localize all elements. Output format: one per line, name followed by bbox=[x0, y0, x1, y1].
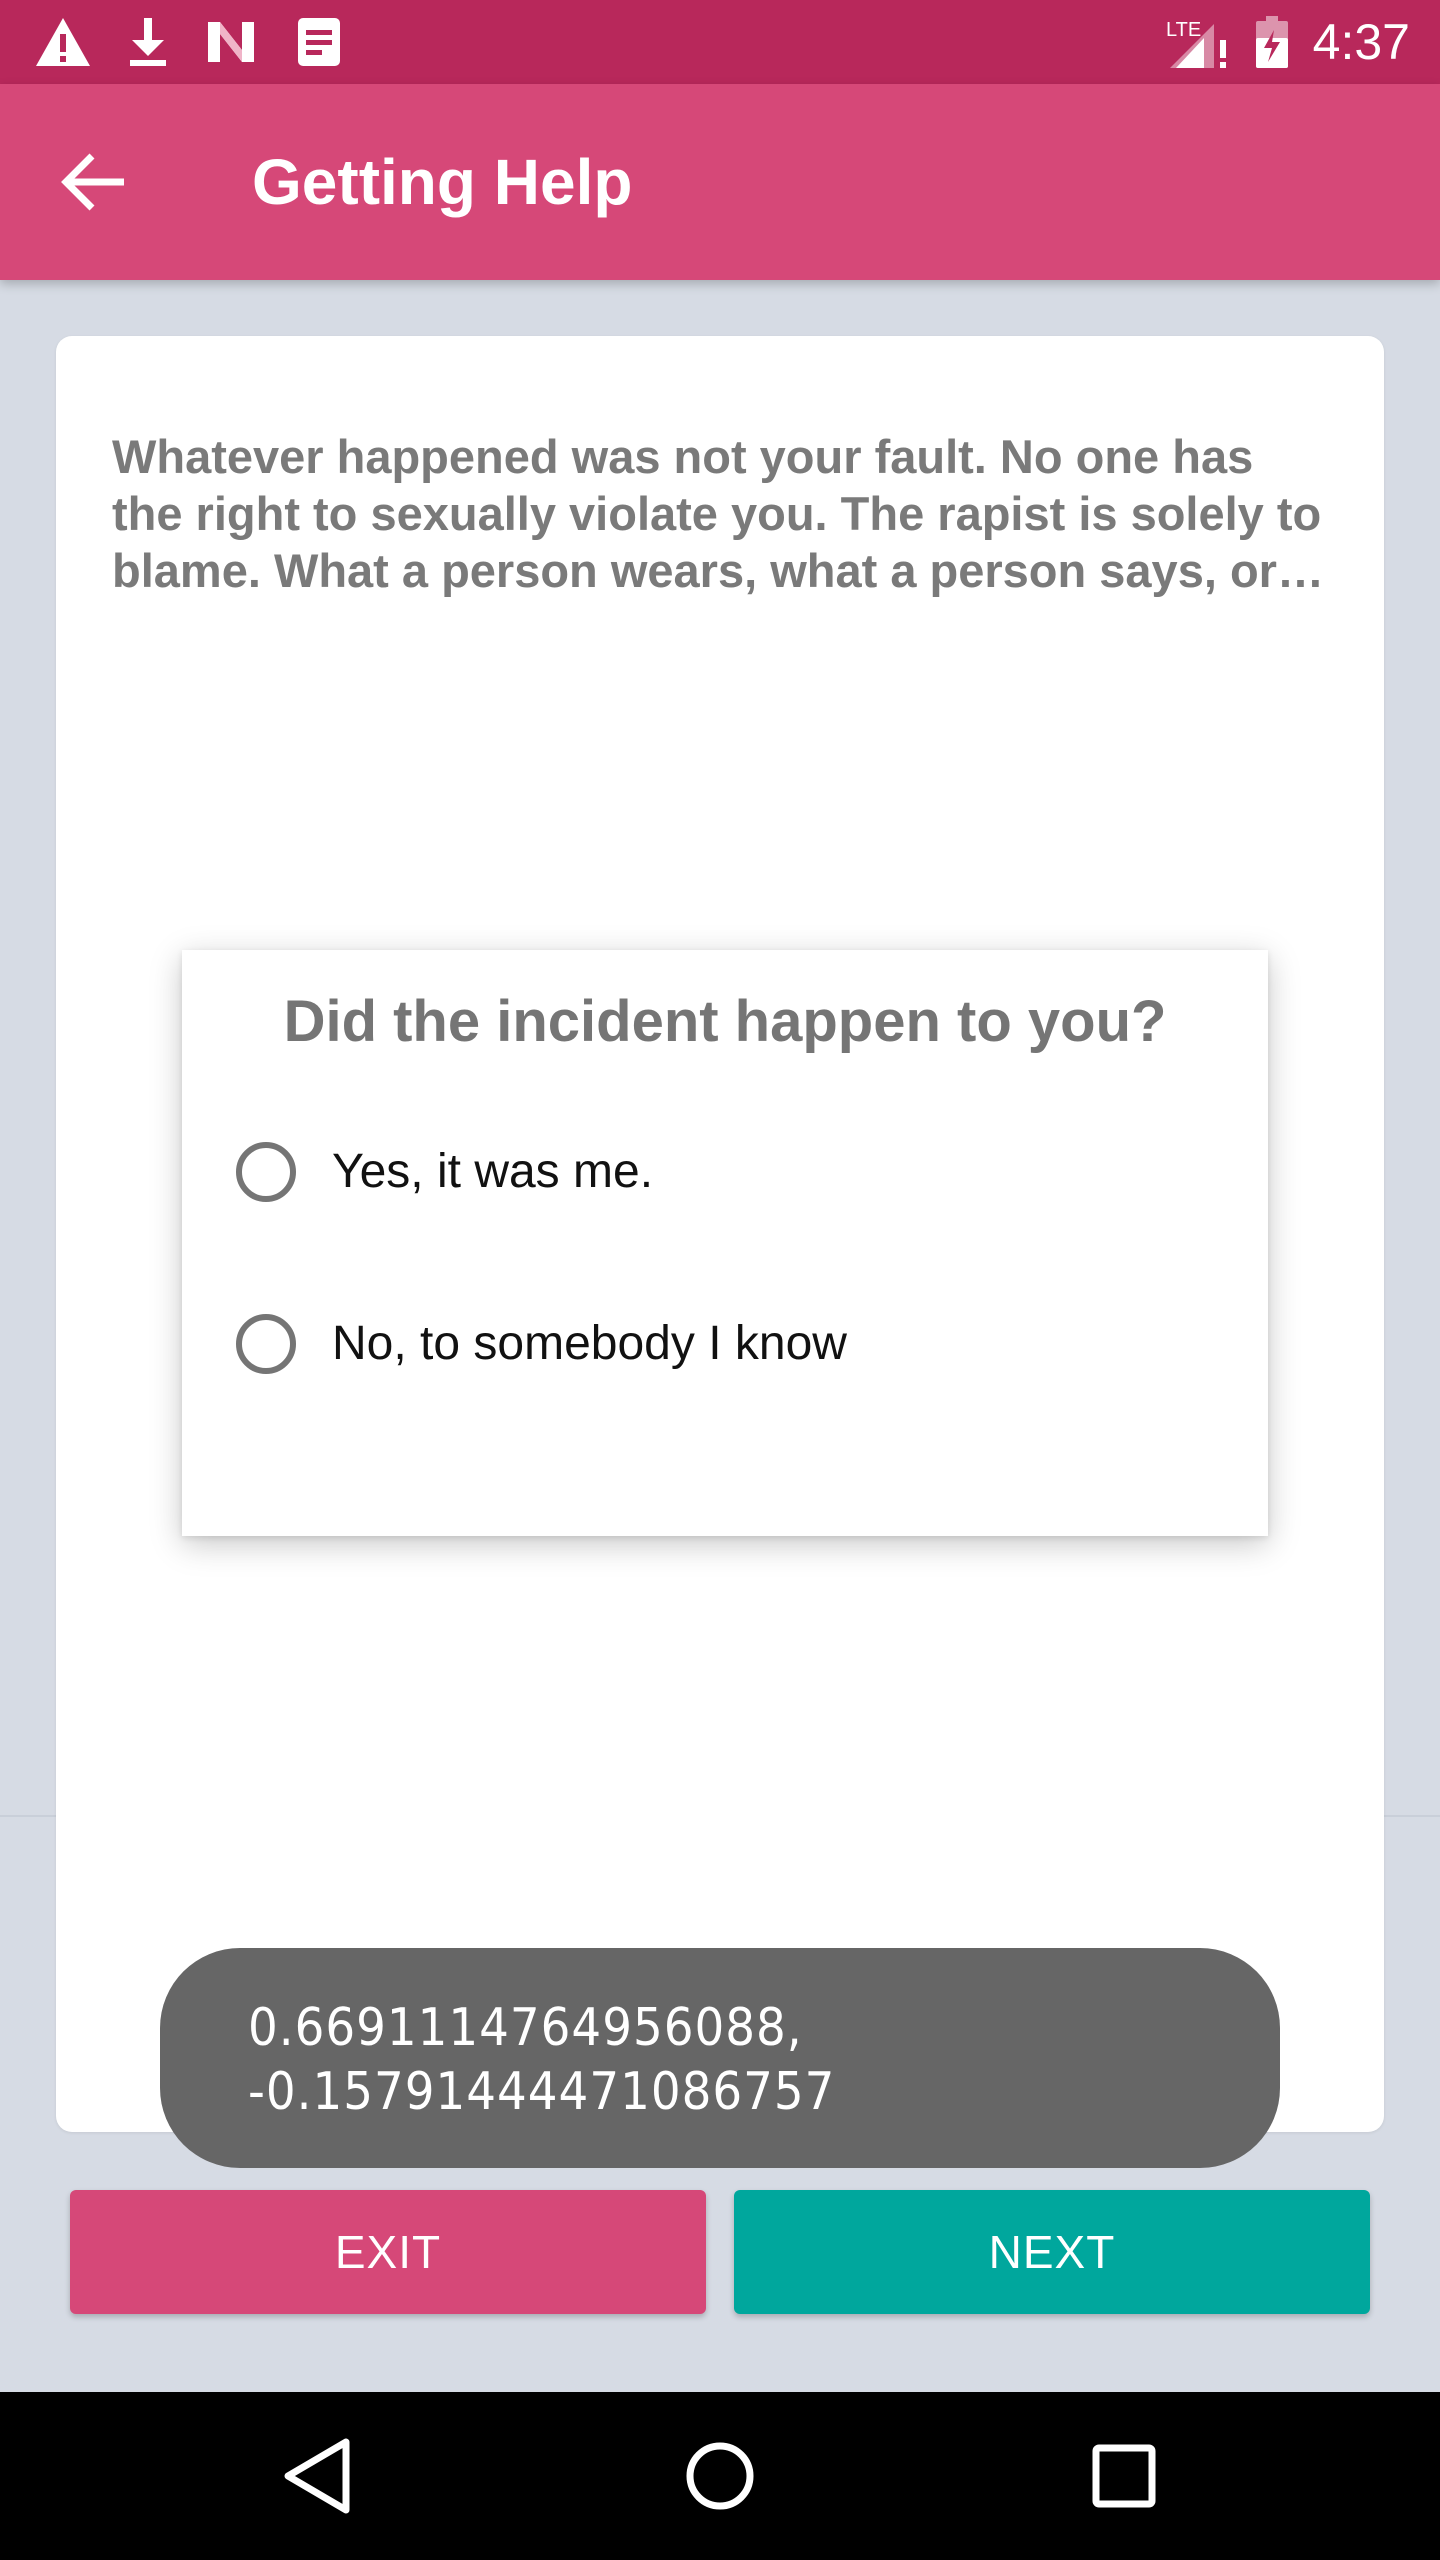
signal-icon: LTE bbox=[1166, 19, 1226, 68]
exit-button[interactable]: EXIT bbox=[70, 2190, 706, 2314]
app-bar: Getting Help bbox=[0, 84, 1440, 280]
n-logo-icon bbox=[208, 22, 254, 62]
notes-icon bbox=[298, 18, 340, 66]
radio-label: No, to somebody I know bbox=[332, 1317, 847, 1370]
radio-option-no[interactable]: No, to somebody I know bbox=[236, 1304, 1216, 1394]
warning-icon bbox=[36, 18, 90, 66]
navigation-bar bbox=[0, 2392, 1440, 2560]
toast-message: 0.6691114764956088, -0.15791444471086757 bbox=[160, 1948, 1280, 2168]
status-time: 4:37 bbox=[1312, 14, 1410, 70]
radio-button-icon[interactable] bbox=[236, 1142, 296, 1202]
info-text: Whatever happened was not your fault. No… bbox=[112, 430, 1322, 597]
recents-square-icon[interactable] bbox=[1074, 2426, 1174, 2526]
download-icon bbox=[130, 18, 166, 66]
dialog-title: Did the incident happen to you? bbox=[283, 989, 1167, 1054]
arrow-back-icon[interactable] bbox=[52, 142, 132, 222]
page-title: Getting Help bbox=[252, 146, 633, 218]
svg-text:LTE: LTE bbox=[1166, 19, 1201, 41]
toast-text: 0.6691114764956088, -0.15791444471086757 bbox=[248, 1998, 836, 2122]
radio-label: Yes, it was me. bbox=[332, 1145, 654, 1198]
home-circle-icon[interactable] bbox=[670, 2426, 770, 2526]
back-triangle-icon[interactable] bbox=[268, 2426, 368, 2526]
question-dialog: Did the incident happen to you? Yes, it … bbox=[182, 950, 1268, 1536]
status-bar: LTE 4:37 bbox=[0, 0, 1440, 84]
battery-icon bbox=[1256, 16, 1288, 68]
radio-button-icon[interactable] bbox=[236, 1314, 296, 1374]
next-button[interactable]: NEXT bbox=[734, 2190, 1370, 2314]
radio-option-yes[interactable]: Yes, it was me. bbox=[236, 1132, 1216, 1222]
